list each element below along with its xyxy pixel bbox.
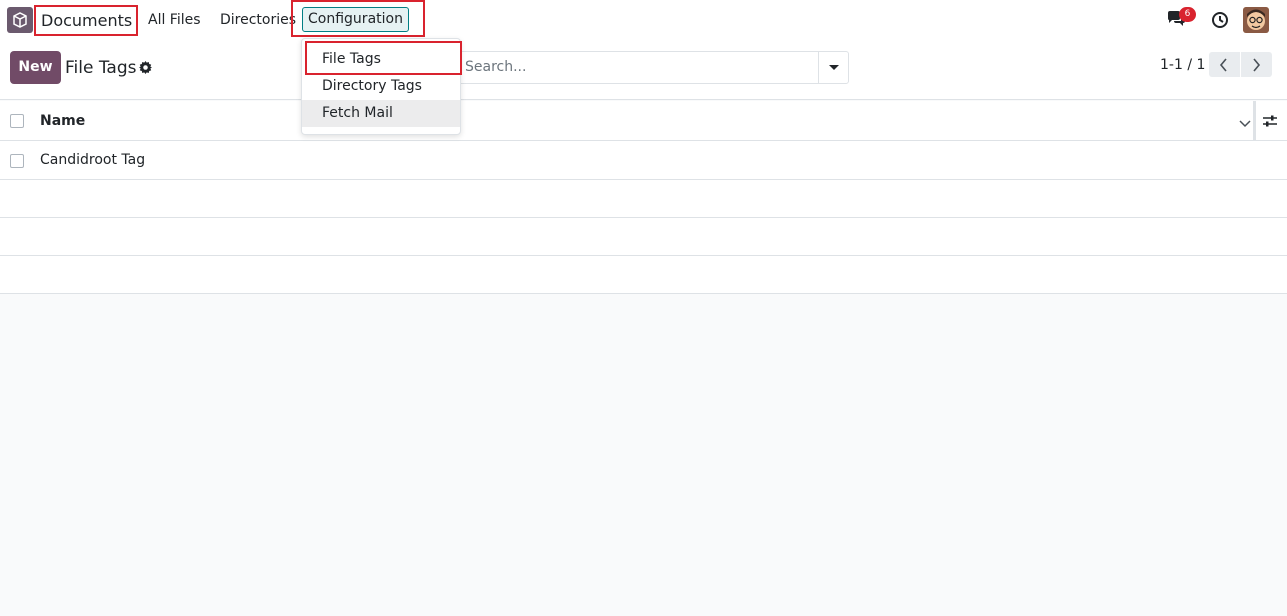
menu-item-directory-tags[interactable]: Directory Tags <box>302 73 460 100</box>
row-name-cell[interactable]: Candidroot Tag <box>40 151 145 169</box>
search-input[interactable] <box>465 59 805 75</box>
top-navbar: Documents All Files Directories Configur… <box>0 0 1287 40</box>
sliders-icon[interactable] <box>1262 113 1278 133</box>
menu-directories[interactable]: Directories <box>220 11 296 29</box>
messages-count-badge: 6 <box>1179 7 1196 22</box>
list-header: Name <box>0 101 1287 141</box>
control-panel: New File Tags 1-1 / 1 <box>0 40 1287 100</box>
gear-icon[interactable] <box>139 61 152 78</box>
caret-down-icon[interactable] <box>818 52 848 83</box>
list-view: Name Candidroot Tag <box>0 101 1287 294</box>
file-tags-highlight-outline <box>305 41 462 75</box>
menu-all-files[interactable]: All Files <box>148 11 201 29</box>
page-title: File Tags <box>65 58 137 78</box>
select-all-checkbox[interactable] <box>10 114 24 128</box>
new-button[interactable]: New <box>10 51 61 84</box>
empty-row <box>0 218 1287 256</box>
chevron-right-icon <box>1253 58 1261 72</box>
empty-row <box>0 256 1287 294</box>
pager-previous-button[interactable] <box>1209 52 1240 77</box>
row-checkbox[interactable] <box>10 154 24 168</box>
empty-row <box>0 180 1287 218</box>
user-avatar[interactable] <box>1243 7 1269 33</box>
chevron-down-icon[interactable] <box>1239 116 1251 132</box>
chevron-left-icon <box>1219 58 1227 72</box>
menu-item-fetch-mail[interactable]: Fetch Mail <box>302 100 460 127</box>
column-header-name[interactable]: Name <box>40 112 85 130</box>
documents-app-icon[interactable] <box>7 7 33 33</box>
menu-configuration[interactable]: Configuration <box>302 7 409 32</box>
pager-value[interactable]: 1-1 / 1 <box>1160 56 1205 74</box>
table-row[interactable]: Candidroot Tag <box>0 141 1287 180</box>
search-bar <box>450 51 849 84</box>
clock-icon[interactable] <box>1211 11 1229 33</box>
column-resize-handle[interactable] <box>1253 101 1256 141</box>
app-brand-documents[interactable]: Documents <box>34 5 138 36</box>
pager-next-button[interactable] <box>1241 52 1272 77</box>
